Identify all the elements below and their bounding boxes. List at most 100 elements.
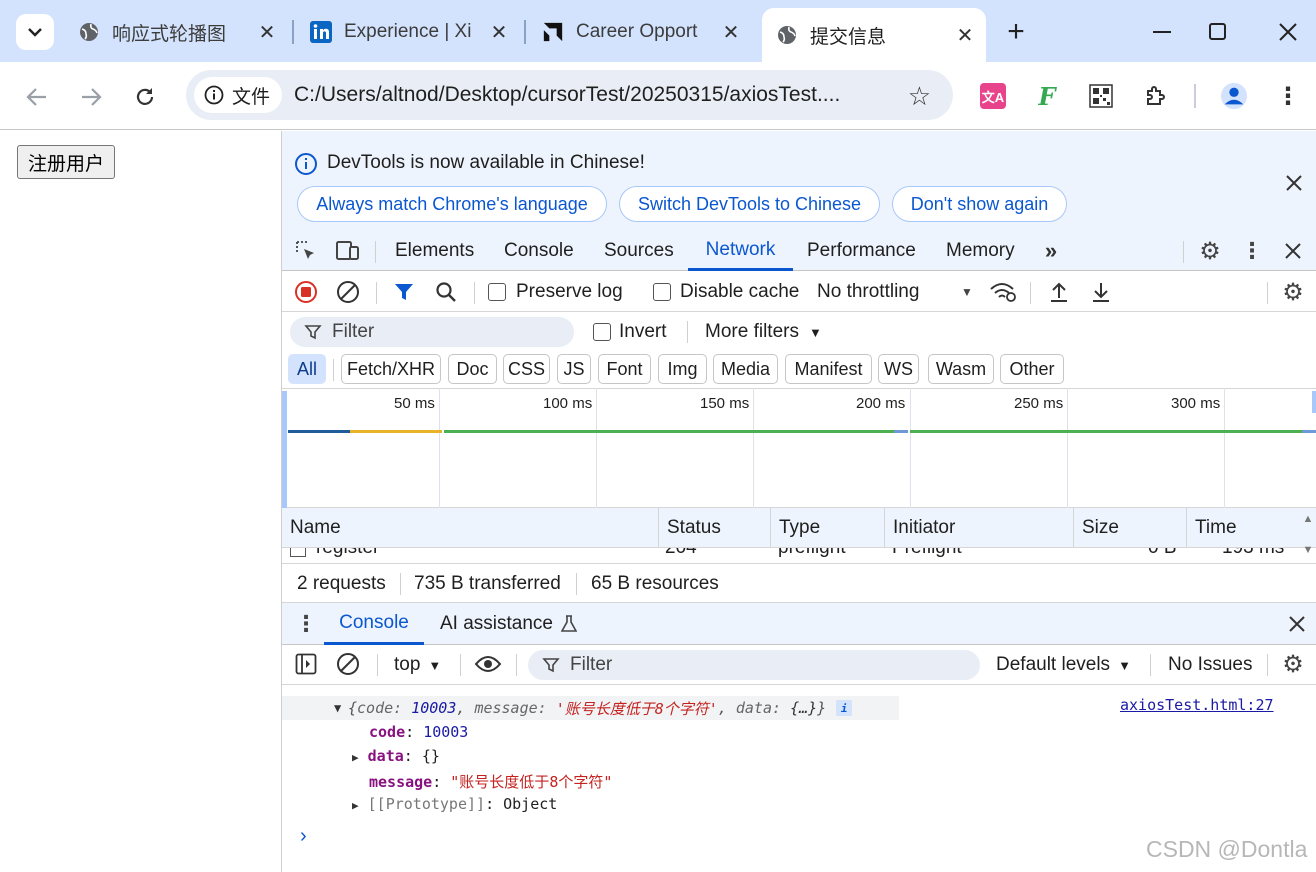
preserve-log-checkbox[interactable] bbox=[488, 283, 506, 301]
dont-show-again-button[interactable]: Don't show again bbox=[892, 186, 1067, 222]
search-icon[interactable] bbox=[433, 279, 459, 305]
customize-menu-icon[interactable]: ⋮ bbox=[1239, 238, 1265, 264]
network-settings-gear-icon[interactable]: ⚙ bbox=[1280, 279, 1306, 306]
close-devtools-icon[interactable] bbox=[1280, 238, 1306, 264]
minimize-button[interactable] bbox=[1142, 14, 1182, 50]
console-log-summary[interactable]: ▼ {code: 10003, message: '账号长度低于8个字符', d… bbox=[282, 696, 899, 720]
type-filter-doc[interactable]: Doc bbox=[448, 354, 497, 384]
type-filter-ws[interactable]: WS bbox=[878, 354, 919, 384]
close-drawer-icon[interactable] bbox=[1284, 611, 1310, 637]
more-filters-dropdown[interactable]: More filters ▼ bbox=[705, 321, 822, 343]
url-text[interactable]: C:/Users/altnod/Desktop/cursorTest/20250… bbox=[294, 83, 894, 107]
column-status[interactable]: Status bbox=[659, 508, 771, 548]
record-stop-icon[interactable] bbox=[293, 279, 319, 305]
close-icon[interactable]: ✕ bbox=[486, 20, 512, 45]
drawer-tab-console[interactable]: Console bbox=[324, 603, 424, 645]
close-icon[interactable] bbox=[1280, 169, 1308, 197]
settings-gear-icon[interactable]: ⚙ bbox=[1197, 238, 1223, 265]
close-icon[interactable]: ✕ bbox=[718, 20, 744, 45]
overview-selection-handle-right[interactable] bbox=[1312, 391, 1316, 413]
prop-prototype[interactable]: ▶ [[Prototype]]: Object bbox=[352, 795, 557, 813]
tab-performance[interactable]: Performance bbox=[807, 231, 916, 271]
context-selector[interactable]: top ▼ bbox=[394, 654, 441, 676]
close-window-button[interactable] bbox=[1268, 14, 1308, 50]
translate-extension-icon[interactable]: 文A bbox=[979, 82, 1007, 110]
switch-to-chinese-button[interactable]: Switch DevTools to Chinese bbox=[619, 186, 880, 222]
device-toolbar-icon[interactable] bbox=[335, 238, 361, 264]
type-filter-font[interactable]: Font bbox=[598, 354, 651, 384]
log-levels-dropdown[interactable]: Default levels ▼ bbox=[996, 654, 1131, 676]
info-badge-icon[interactable]: i bbox=[836, 700, 853, 716]
maximize-button[interactable] bbox=[1198, 14, 1238, 50]
filter-funnel-icon[interactable] bbox=[391, 279, 417, 305]
tab-sources[interactable]: Sources bbox=[604, 231, 674, 271]
type-filter-wasm[interactable]: Wasm bbox=[928, 354, 994, 384]
bookmark-star-icon[interactable]: ☆ bbox=[908, 81, 931, 112]
close-icon bbox=[1279, 23, 1297, 41]
export-har-icon[interactable] bbox=[1088, 279, 1114, 305]
throttling-select[interactable]: No throttling bbox=[817, 281, 919, 303]
issues-counter[interactable]: No Issues bbox=[1168, 654, 1252, 676]
clear-console-icon[interactable] bbox=[335, 651, 361, 677]
type-filter-css[interactable]: CSS bbox=[503, 354, 550, 384]
browser-tab-active[interactable]: 提交信息 ✕ bbox=[762, 8, 986, 62]
disable-cache-checkbox[interactable] bbox=[653, 283, 671, 301]
profile-avatar-icon[interactable] bbox=[1220, 82, 1248, 110]
live-expression-eye-icon[interactable] bbox=[473, 651, 503, 677]
scroll-up-arrow-icon[interactable]: ▲ bbox=[1301, 512, 1315, 526]
clear-icon[interactable] bbox=[335, 279, 361, 305]
table-row-clipped[interactable]: register 204 preflight Preflight 0 B 193… bbox=[282, 548, 1316, 563]
import-har-icon[interactable] bbox=[1046, 279, 1072, 305]
inspect-element-icon[interactable] bbox=[293, 238, 319, 264]
tab-memory[interactable]: Memory bbox=[946, 231, 1015, 271]
console-settings-gear-icon[interactable]: ⚙ bbox=[1280, 651, 1306, 678]
tab-elements[interactable]: Elements bbox=[395, 231, 474, 271]
address-bar[interactable]: 文件 C:/Users/altnod/Desktop/cursorTest/20… bbox=[186, 70, 953, 120]
tab-console[interactable]: Console bbox=[504, 231, 574, 271]
console-prompt[interactable]: › bbox=[300, 825, 307, 848]
network-conditions-icon[interactable] bbox=[989, 279, 1017, 305]
prop-data[interactable]: ▶ data: {} bbox=[352, 747, 440, 765]
reload-button[interactable] bbox=[128, 80, 162, 114]
column-name[interactable]: Name bbox=[282, 508, 659, 548]
tab-network[interactable]: Network bbox=[688, 231, 793, 271]
scroll-down-arrow-icon[interactable]: ▼ bbox=[1301, 543, 1315, 557]
console-source-link[interactable]: axiosTest.html:27 bbox=[1120, 696, 1274, 714]
back-button[interactable] bbox=[20, 80, 54, 114]
column-time[interactable]: Time bbox=[1187, 508, 1297, 548]
sidebar-toggle-icon[interactable] bbox=[293, 651, 319, 677]
new-tab-button[interactable]: + bbox=[996, 14, 1036, 50]
site-info-chip[interactable]: 文件 bbox=[194, 77, 283, 113]
type-filter-manifest[interactable]: Manifest bbox=[785, 354, 872, 384]
font-extension-icon[interactable]: F bbox=[1033, 82, 1061, 111]
type-filter-other[interactable]: Other bbox=[1000, 354, 1064, 384]
column-type[interactable]: Type bbox=[771, 508, 885, 548]
drawer-tab-ai-assistance[interactable]: AI assistance bbox=[440, 613, 577, 635]
invert-checkbox[interactable] bbox=[593, 323, 611, 341]
caret-down-icon[interactable]: ▼ bbox=[958, 283, 976, 301]
type-filter-js[interactable]: JS bbox=[557, 354, 591, 384]
console-filter-input[interactable]: Filter bbox=[528, 650, 980, 680]
more-tabs-chevron-icon[interactable]: » bbox=[1038, 238, 1064, 264]
type-filter-fetch-xhr[interactable]: Fetch/XHR bbox=[341, 354, 441, 384]
forward-button[interactable] bbox=[74, 80, 108, 114]
close-icon[interactable]: ✕ bbox=[254, 20, 280, 45]
type-filter-all[interactable]: All bbox=[288, 354, 326, 384]
browser-tab[interactable]: Career Opport ✕ bbox=[528, 10, 752, 54]
qr-code-extension-icon[interactable] bbox=[1087, 82, 1115, 110]
column-size[interactable]: Size bbox=[1074, 508, 1187, 548]
overview-selection-handle-left[interactable] bbox=[282, 391, 287, 508]
menu-kebab-icon[interactable]: ⋮ bbox=[1274, 82, 1302, 110]
close-icon[interactable]: ✕ bbox=[952, 23, 978, 48]
type-filter-img[interactable]: Img bbox=[658, 354, 707, 384]
always-match-language-button[interactable]: Always match Chrome's language bbox=[297, 186, 607, 222]
register-user-button[interactable]: 注册用户 bbox=[17, 145, 116, 179]
type-filter-media[interactable]: Media bbox=[713, 354, 778, 384]
browser-tab[interactable]: 响应式轮播图 ✕ bbox=[64, 10, 288, 54]
browser-tab[interactable]: Experience | Xi ✕ bbox=[296, 10, 520, 54]
drawer-menu-kebab-icon[interactable]: ⋮ bbox=[294, 611, 318, 637]
column-initiator[interactable]: Initiator bbox=[885, 508, 1074, 548]
network-filter-input[interactable]: Filter bbox=[290, 317, 574, 347]
extensions-puzzle-icon[interactable] bbox=[1142, 82, 1170, 110]
tab-search-button[interactable] bbox=[16, 14, 54, 50]
